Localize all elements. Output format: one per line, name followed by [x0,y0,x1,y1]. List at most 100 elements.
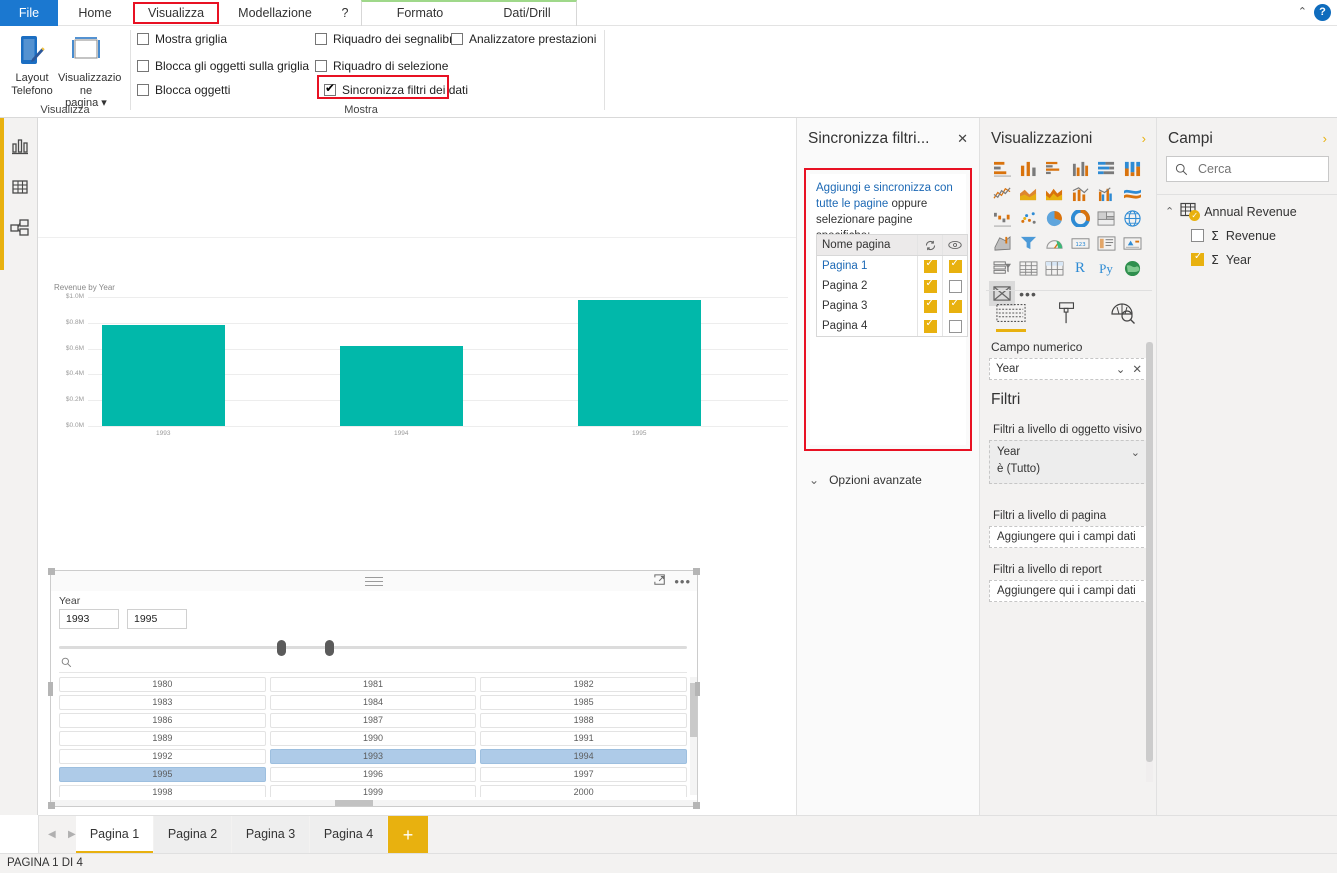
slicer-item-1983[interactable]: 1983 [59,695,266,710]
model-view-icon[interactable] [8,216,32,240]
field-row-revenue[interactable]: Σ Revenue [1191,228,1276,243]
checkbox-mostra-griglia[interactable]: Mostra griglia [137,32,227,46]
slicer-item-list[interactable]: 1980198119821983198419851986198719881989… [59,677,687,797]
stacked-area-chart-icon[interactable] [1041,181,1067,206]
waterfall-chart-icon[interactable] [989,206,1015,231]
page-tab-pagina-1[interactable]: Pagina 1 [76,816,153,854]
checkbox-sincronizza-filtri-dati[interactable]: Sincronizza filtri dei dati [324,83,468,97]
chevron-down-icon[interactable]: ⌄ [1131,446,1140,459]
checkbox-box[interactable] [137,84,149,96]
fields-icon[interactable] [994,298,1028,328]
fields-table-annual-revenue[interactable]: ⌃ ✓ Annual Revenue [1165,202,1297,221]
checkbox-analizzatore-prestazioni[interactable]: Analizzatore prestazioni [451,32,596,46]
page-tab-pagina-2[interactable]: Pagina 2 [154,816,231,854]
multi-row-card-icon[interactable] [1093,231,1119,256]
field-checkbox-year[interactable] [1191,253,1204,266]
chevron-left-icon[interactable]: ◀ [48,829,56,840]
checked-checkbox-sync[interactable] [924,320,937,333]
arcgis-maps-icon[interactable] [1119,256,1145,281]
checkbox-box[interactable] [451,33,463,45]
checkbox-box[interactable] [137,60,149,72]
map-icon[interactable] [1119,206,1145,231]
format-paintroller-icon[interactable] [1050,298,1084,328]
slicer-item-1980[interactable]: 1980 [59,677,266,692]
checked-checkbox-sync[interactable] [924,280,937,293]
gauge-icon[interactable] [1041,231,1067,256]
sync-all-pages-link[interactable]: Aggiungi e sincronizza con tutte le pagi… [816,182,953,210]
filled-map-icon[interactable] [989,231,1015,256]
report-view-icon[interactable] [8,134,32,158]
report-canvas[interactable]: Revenue by Year $1.0M $0.8M $0.6M $0.4M … [38,118,796,815]
matrix-icon[interactable] [1041,256,1067,281]
card-icon[interactable]: 123 [1067,231,1093,256]
bar-1995[interactable] [578,300,701,426]
slicer-item-1988[interactable]: 1988 [480,713,687,728]
kpi-icon[interactable] [1119,231,1145,256]
line-stacked-column-icon[interactable] [1067,181,1093,206]
slicer-item-1987[interactable]: 1987 [270,713,477,728]
checkbox-blocca-oggetti[interactable]: Blocca oggetti [137,83,230,97]
slicer-item-1982[interactable]: 1982 [480,677,687,692]
slicer-item-1998[interactable]: 1998 [59,785,266,797]
slicer-search-row[interactable] [59,657,687,673]
area-chart-icon[interactable] [1015,181,1041,206]
add-page-button[interactable]: + [388,816,428,854]
slicer-item-1981[interactable]: 1981 [270,677,477,692]
close-icon[interactable]: ✕ [957,131,968,147]
slicer-item-1999[interactable]: 1999 [270,785,477,797]
chevron-right-icon[interactable]: › [1142,131,1146,146]
slicer-item-1984[interactable]: 1984 [270,695,477,710]
field-row-year[interactable]: Σ Year [1191,252,1251,267]
viz-panel-scrollbar[interactable] [1146,342,1153,782]
slicer-range-handle-max[interactable] [325,640,334,656]
python-visual-icon[interactable]: Py [1093,256,1119,281]
resize-handle-tr[interactable] [693,568,700,575]
report-filters-dropzone[interactable]: Aggiungere qui i campi dati [989,580,1149,602]
visual-type-gallery[interactable]: 123RPy••• [989,156,1149,306]
checkbox-box[interactable] [324,84,336,96]
slicer-item-1997[interactable]: 1997 [480,767,687,782]
scrollbar-thumb[interactable] [335,800,373,806]
line-chart-icon[interactable] [989,181,1015,206]
year-slicer-visual[interactable]: ••• Year 1993 1995 198019811982198319841… [50,570,698,807]
slicer-item-2000[interactable]: 2000 [480,785,687,797]
phone-layout-button[interactable]: LayoutTelefono [4,30,60,97]
slicer-item-1985[interactable]: 1985 [480,695,687,710]
funnel-icon[interactable] [1015,231,1041,256]
resize-handle-left[interactable] [48,682,53,696]
pie-chart-icon[interactable] [1041,206,1067,231]
slicer-icon[interactable] [989,256,1015,281]
checkbox-riquadro-segnalibri[interactable]: Riquadro dei segnalibri [315,32,456,46]
data-view-icon[interactable] [8,175,32,199]
donut-chart-icon[interactable] [1067,206,1093,231]
checkbox-box[interactable] [137,33,149,45]
chevron-down-icon[interactable]: ⌄ [1116,362,1126,376]
checked-checkbox-sync[interactable] [924,300,937,313]
table-icon[interactable] [1015,256,1041,281]
chevron-up-icon[interactable]: ⌃ [1165,205,1174,218]
checked-checkbox-visible[interactable] [949,300,962,313]
close-icon[interactable]: ✕ [1132,362,1142,376]
fieldwell-field-chip[interactable]: Year ⌄ ✕ [989,358,1149,380]
tab-dati-drill[interactable]: Dati/Drill [478,0,576,26]
chevron-right-icon[interactable]: ▶ [68,829,76,840]
checkbox-blocca-oggetti-griglia[interactable]: Blocca gli oggetti sulla griglia [137,59,309,73]
page-view-button[interactable]: Visualizzazione pagina ▾ [58,30,114,110]
chevron-right-icon[interactable]: › [1323,131,1327,146]
checkbox-riquadro-selezione[interactable]: Riquadro di selezione [315,59,448,73]
stacked-bar-chart-icon[interactable] [989,156,1015,181]
unchecked-checkbox-visible[interactable] [949,320,962,333]
slicer-horizontal-scrollbar[interactable] [51,800,697,806]
revenue-by-year-chart[interactable]: Revenue by Year $1.0M $0.8M $0.6M $0.4M … [46,283,796,448]
slicer-item-1996[interactable]: 1996 [270,767,477,782]
slicer-item-1991[interactable]: 1991 [480,731,687,746]
unchecked-checkbox-visible[interactable] [949,280,962,293]
bar-1993[interactable] [102,325,225,426]
opzioni-avanzate-toggle[interactable]: ⌄ Opzioni avanzate [809,473,922,487]
slicer-item-1992[interactable]: 1992 [59,749,266,764]
slicer-range-handle-min[interactable] [277,640,286,656]
search-input[interactable] [1196,161,1316,177]
ribbon-chart-icon[interactable] [1119,181,1145,206]
slicer-item-1994[interactable]: 1994 [480,749,687,764]
slicer-item-1993[interactable]: 1993 [270,749,477,764]
